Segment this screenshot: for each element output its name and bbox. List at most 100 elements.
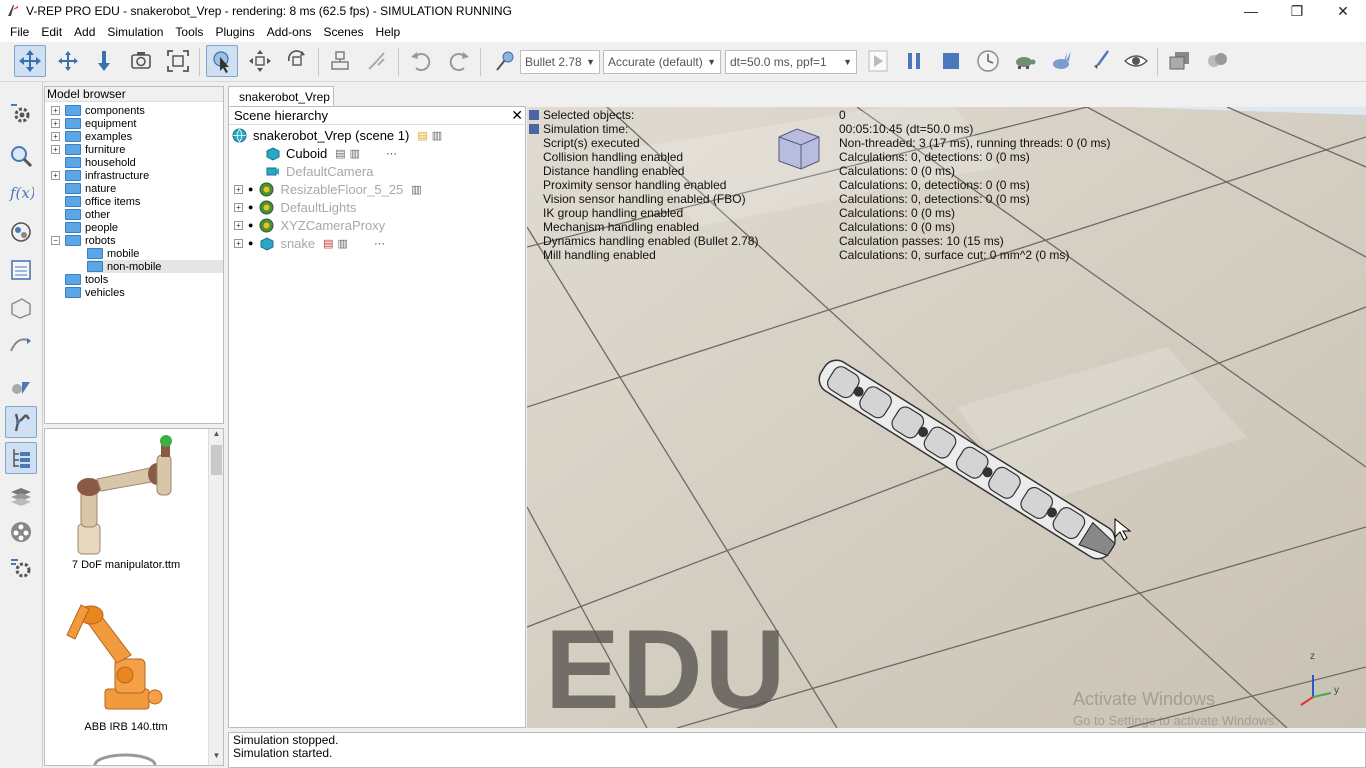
assemble-button[interactable]	[324, 45, 356, 77]
script-params-icon[interactable]: ▥	[411, 183, 421, 196]
script-icon[interactable]: ▤	[417, 129, 427, 142]
menu-scenes[interactable]: Scenes	[318, 22, 370, 42]
close-icon[interactable]: ✕	[511, 107, 523, 124]
child-script-icon[interactable]: ▤	[335, 147, 345, 160]
scene-tab[interactable]: snakerobot_Vrep	[228, 86, 334, 106]
script-params-icon[interactable]: ▥	[338, 237, 348, 250]
hierarchy-item-defaultcamera[interactable]: DefaultCamera	[265, 162, 373, 180]
stop-simulation-button[interactable]	[935, 45, 967, 77]
script-params-icon[interactable]: ▥	[350, 147, 360, 160]
simulation-settings-button[interactable]	[5, 98, 37, 130]
tree-item-vehicles[interactable]: vehicles	[65, 286, 125, 299]
menu-file[interactable]: File	[4, 22, 35, 42]
scene-hierarchy-toggle[interactable]	[5, 442, 37, 474]
transfer-dna-button[interactable]	[361, 45, 393, 77]
tree-item-non-mobile[interactable]: non-mobile	[87, 260, 223, 273]
expand-icon[interactable]: +	[51, 119, 60, 128]
tree-item-furniture[interactable]: + furniture	[51, 143, 125, 156]
script-button[interactable]: f(x)	[5, 176, 37, 208]
dynamics-toggle-button[interactable]	[489, 45, 521, 77]
info-toggle-icon[interactable]	[529, 124, 539, 134]
hierarchy-item-resizablefloor[interactable]: + ● ResizableFloor_5_25 ▥	[234, 180, 422, 198]
model-thumbnail-abb-irb140[interactable]: ABB IRB 140.ttm	[45, 589, 207, 739]
path-edit-button[interactable]	[5, 328, 37, 360]
redo-button[interactable]	[443, 45, 475, 77]
thumbnails-scrollbar[interactable]: ▲ ▼	[208, 429, 223, 765]
selection-button[interactable]	[5, 370, 37, 402]
scene-viewport[interactable]: Selected objects: Simulation time: Scrip…	[527, 107, 1366, 728]
click-select-button[interactable]	[206, 45, 238, 77]
scene-root[interactable]: snakerobot_Vrep (scene 1) ▤ ▥	[232, 126, 442, 144]
physics-engine-select[interactable]: Bullet 2.78 ▼	[520, 50, 600, 74]
pause-simulation-button[interactable]	[898, 45, 930, 77]
tree-item-people[interactable]: people	[65, 221, 118, 234]
camera-angle-button[interactable]	[125, 45, 157, 77]
search-button[interactable]	[5, 140, 37, 172]
scroll-down-icon[interactable]: ▼	[209, 751, 223, 765]
slow-down-button[interactable]	[1009, 45, 1041, 77]
collections-button[interactable]	[5, 254, 37, 286]
expand-icon[interactable]: +	[234, 238, 243, 248]
menu-help[interactable]: Help	[370, 22, 407, 42]
threaded-rendering-button[interactable]	[1085, 45, 1117, 77]
model-thumbnail-7dof[interactable]: 7 DoF manipulator.ttm	[45, 429, 207, 579]
menu-tools[interactable]: Tools	[169, 22, 209, 42]
collapse-icon[interactable]: −	[51, 236, 60, 245]
expand-icon[interactable]: +	[51, 132, 60, 141]
visualization-toggle-button[interactable]	[1120, 45, 1152, 77]
camera-shift-button[interactable]	[88, 45, 120, 77]
object-shift-button[interactable]	[244, 45, 276, 77]
speed-up-button[interactable]	[1046, 45, 1078, 77]
restore-button[interactable]: ❐	[1274, 0, 1320, 22]
expand-icon[interactable]: +	[234, 184, 243, 194]
model-thumbnail-partial[interactable]	[85, 747, 165, 765]
tree-item-nature[interactable]: nature	[65, 182, 116, 195]
object-rotate-button[interactable]	[281, 45, 313, 77]
hierarchy-item-cuboid[interactable]: Cuboid ▤ ▥ ⋯	[265, 144, 397, 162]
info-toggle-icon[interactable]	[529, 110, 539, 120]
shape-edit-button[interactable]	[5, 292, 37, 324]
tree-item-robots[interactable]: − robots	[51, 234, 116, 247]
model-browser-toggle[interactable]	[5, 406, 37, 438]
start-simulation-button[interactable]	[862, 45, 894, 77]
minimize-button[interactable]: —	[1228, 0, 1274, 22]
accuracy-select[interactable]: Accurate (default) ▼	[603, 50, 721, 74]
expand-icon[interactable]: +	[51, 171, 60, 180]
user-settings-button[interactable]	[5, 552, 37, 584]
menu-simulation[interactable]: Simulation	[101, 22, 169, 42]
menu-addons[interactable]: Add-ons	[261, 22, 318, 42]
tree-item-examples[interactable]: + examples	[51, 130, 132, 143]
expand-icon[interactable]: +	[234, 202, 243, 212]
tree-item-components[interactable]: + components	[51, 104, 145, 117]
tree-item-tools[interactable]: tools	[65, 273, 108, 286]
undo-button[interactable]	[405, 45, 437, 77]
menu-add[interactable]: Add	[68, 22, 101, 42]
child-script-icon[interactable]: ▤	[323, 237, 333, 250]
tree-item-office-items[interactable]: office items	[65, 195, 140, 208]
expand-icon[interactable]: +	[234, 220, 243, 230]
hierarchy-item-xyzcameraproxy[interactable]: + ● XYZCameraProxy	[234, 216, 385, 234]
expand-icon[interactable]: +	[51, 145, 60, 154]
menu-edit[interactable]: Edit	[35, 22, 68, 42]
camera-rotate-button[interactable]	[52, 45, 84, 77]
page-selector-button[interactable]	[1164, 45, 1196, 77]
tree-item-mobile[interactable]: mobile	[87, 247, 139, 260]
tree-item-other[interactable]: other	[65, 208, 110, 221]
layers-button[interactable]	[5, 480, 37, 512]
realtime-button[interactable]	[972, 45, 1004, 77]
customization-script-icon[interactable]: ▥	[432, 129, 442, 142]
scroll-thumb[interactable]	[211, 445, 222, 475]
timestep-select[interactable]: dt=50.0 ms, ppf=1 ▼	[725, 50, 857, 74]
tree-item-equipment[interactable]: + equipment	[51, 117, 136, 130]
tree-item-infrastructure[interactable]: + infrastructure	[51, 169, 149, 182]
fit-to-view-button[interactable]	[162, 45, 194, 77]
tree-item-household[interactable]: household	[65, 156, 136, 169]
video-recorder-button[interactable]	[5, 516, 37, 548]
hierarchy-item-defaultlights[interactable]: + ● DefaultLights	[234, 198, 356, 216]
close-window-button[interactable]: ✕	[1320, 0, 1366, 22]
calculation-modules-button[interactable]	[5, 216, 37, 248]
camera-pan-button[interactable]	[14, 45, 46, 77]
scroll-up-icon[interactable]: ▲	[209, 429, 223, 443]
hierarchy-item-snake[interactable]: + ● snake ▤ ▥ ⋯	[234, 234, 385, 252]
menu-plugins[interactable]: Plugins	[209, 22, 260, 42]
